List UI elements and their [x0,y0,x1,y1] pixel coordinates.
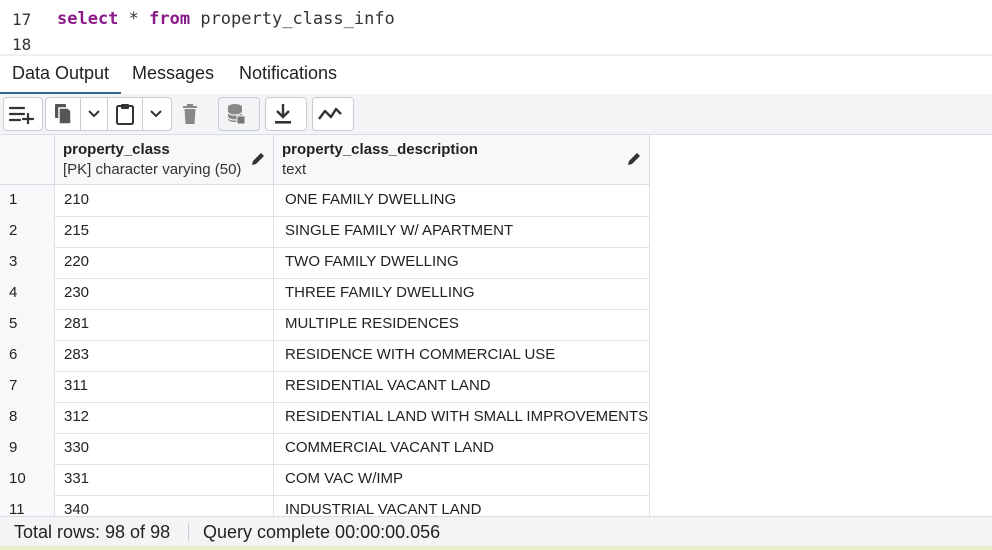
cell-description[interactable]: MULTIPLE RESIDENCES [274,309,650,340]
sql-statement[interactable]: select * from property_class_info [57,7,395,32]
sql-text: * [118,9,150,29]
cell-property-class[interactable]: 281 [55,309,274,340]
save-data-button[interactable] [219,98,253,130]
data-grid[interactable]: property_class [PK] character varying (5… [0,135,992,516]
add-row-icon [8,106,34,124]
status-bar: Total rows: 98 of 98 Query complete 00:0… [0,516,992,547]
cell-description[interactable]: RESIDENTIAL VACANT LAND [274,371,650,402]
table-row[interactable]: 3 220 TWO FAMILY DWELLING [0,247,650,279]
table-row[interactable]: 4 230 THREE FAMILY DWELLING [0,278,650,310]
add-row-button[interactable] [4,98,38,130]
table-row[interactable]: 11 340 INDUSTRIAL VACANT LAND [0,495,650,516]
cell-property-class[interactable]: 215 [55,216,274,247]
total-rows-text: Total rows: 98 of 98 [14,522,171,542]
row-number[interactable]: 8 [0,402,55,433]
column-header-property-class-description[interactable]: property_class_description text [274,135,650,185]
copy-paste-group [45,97,172,131]
pencil-icon [252,153,264,165]
row-number[interactable]: 5 [0,309,55,340]
row-number[interactable]: 6 [0,340,55,371]
download-icon [275,104,291,124]
add-row-group [3,97,43,131]
copy-options-button[interactable] [81,98,107,130]
row-number[interactable]: 4 [0,278,55,309]
table-row[interactable]: 2 215 SINGLE FAMILY W/ APARTMENT [0,216,650,248]
cell-description[interactable]: TWO FAMILY DWELLING [274,247,650,278]
table-row[interactable]: 9 330 COMMERCIAL VACANT LAND [0,433,650,465]
row-number-header[interactable] [0,135,55,185]
delete-icon [183,104,197,124]
tab-notifications[interactable]: Notifications [227,56,349,92]
row-number[interactable]: 11 [0,495,55,516]
table-row[interactable]: 5 281 MULTIPLE RESIDENCES [0,309,650,341]
tab-messages[interactable]: Messages [120,56,226,92]
sql-keyword-from: from [149,9,191,29]
paste-icon [116,104,134,125]
sql-table-name: property_class_info [190,9,395,29]
column-name: property_class_description [282,141,478,158]
cell-property-class[interactable]: 230 [55,278,274,309]
row-number[interactable]: 1 [0,185,55,216]
row-number[interactable]: 9 [0,433,55,464]
paste-options-button[interactable] [143,98,169,130]
cell-description[interactable]: RESIDENTIAL LAND WITH SMALL IMPROVEMENTS [274,402,650,433]
sql-editor[interactable]: 17 select * from property_class_info 18 [0,0,992,54]
cell-property-class[interactable]: 220 [55,247,274,278]
cell-property-class[interactable]: 330 [55,433,274,464]
table-row[interactable]: 8 312 RESIDENTIAL LAND WITH SMALL IMPROV… [0,402,650,434]
copy-icon [55,104,72,125]
edit-column-button[interactable] [627,152,641,171]
column-name: property_class [63,141,170,158]
cell-description[interactable]: INDUSTRIAL VACANT LAND [274,495,650,516]
graph-icon [318,107,342,120]
graph-group [312,97,354,131]
query-status-text: Query complete 00:00:00.056 [203,522,441,542]
cell-description[interactable]: ONE FAMILY DWELLING [274,185,650,216]
row-number[interactable]: 2 [0,216,55,247]
save-data-icon [227,104,246,125]
chevron-down-icon [150,110,162,118]
paste-button[interactable] [108,98,142,130]
cell-property-class[interactable]: 340 [55,495,274,516]
bottom-strip [0,546,992,550]
cell-description[interactable]: THREE FAMILY DWELLING [274,278,650,309]
table-row[interactable]: 6 283 RESIDENCE WITH COMMERCIAL USE [0,340,650,372]
cell-description[interactable]: RESIDENCE WITH COMMERCIAL USE [274,340,650,371]
cell-property-class[interactable]: 311 [55,371,274,402]
row-number[interactable]: 3 [0,247,55,278]
download-button[interactable] [266,98,300,130]
table-row[interactable]: 7 311 RESIDENTIAL VACANT LAND [0,371,650,403]
cell-description[interactable]: SINGLE FAMILY W/ APARTMENT [274,216,650,247]
column-type: text [282,161,307,178]
cell-property-class[interactable]: 283 [55,340,274,371]
cell-property-class[interactable]: 331 [55,464,274,495]
chevron-down-icon [88,110,100,118]
cell-description[interactable]: COMMERCIAL VACANT LAND [274,433,650,464]
status-divider [188,523,189,541]
tab-data-output[interactable]: Data Output [0,56,122,95]
cell-property-class[interactable]: 312 [55,402,274,433]
graph-visualiser-button[interactable] [313,98,347,130]
delete-button[interactable] [173,98,207,130]
delete-group [172,97,212,131]
table-row[interactable]: 10 331 COM VAC W/IMP [0,464,650,496]
cell-description[interactable]: COM VAC W/IMP [274,464,650,495]
copy-button[interactable] [46,98,80,130]
column-type: [PK] character varying (50) [63,161,242,178]
pencil-icon [628,153,640,165]
data-toolbar [0,94,992,135]
result-tabs: Data Output Messages Notifications [0,56,992,95]
download-group [265,97,307,131]
line-number: 17 [12,10,32,29]
save-data-group [218,97,260,131]
row-number[interactable]: 10 [0,464,55,495]
column-header-property-class[interactable]: property_class [PK] character varying (5… [55,135,274,185]
table-row[interactable]: 1 210 ONE FAMILY DWELLING [0,185,650,217]
cell-property-class[interactable]: 210 [55,185,274,216]
edit-column-button[interactable] [251,152,265,171]
row-number[interactable]: 7 [0,371,55,402]
code-line-17[interactable]: 17 select * from property_class_info [0,7,992,32]
sql-keyword-select: select [57,9,119,29]
